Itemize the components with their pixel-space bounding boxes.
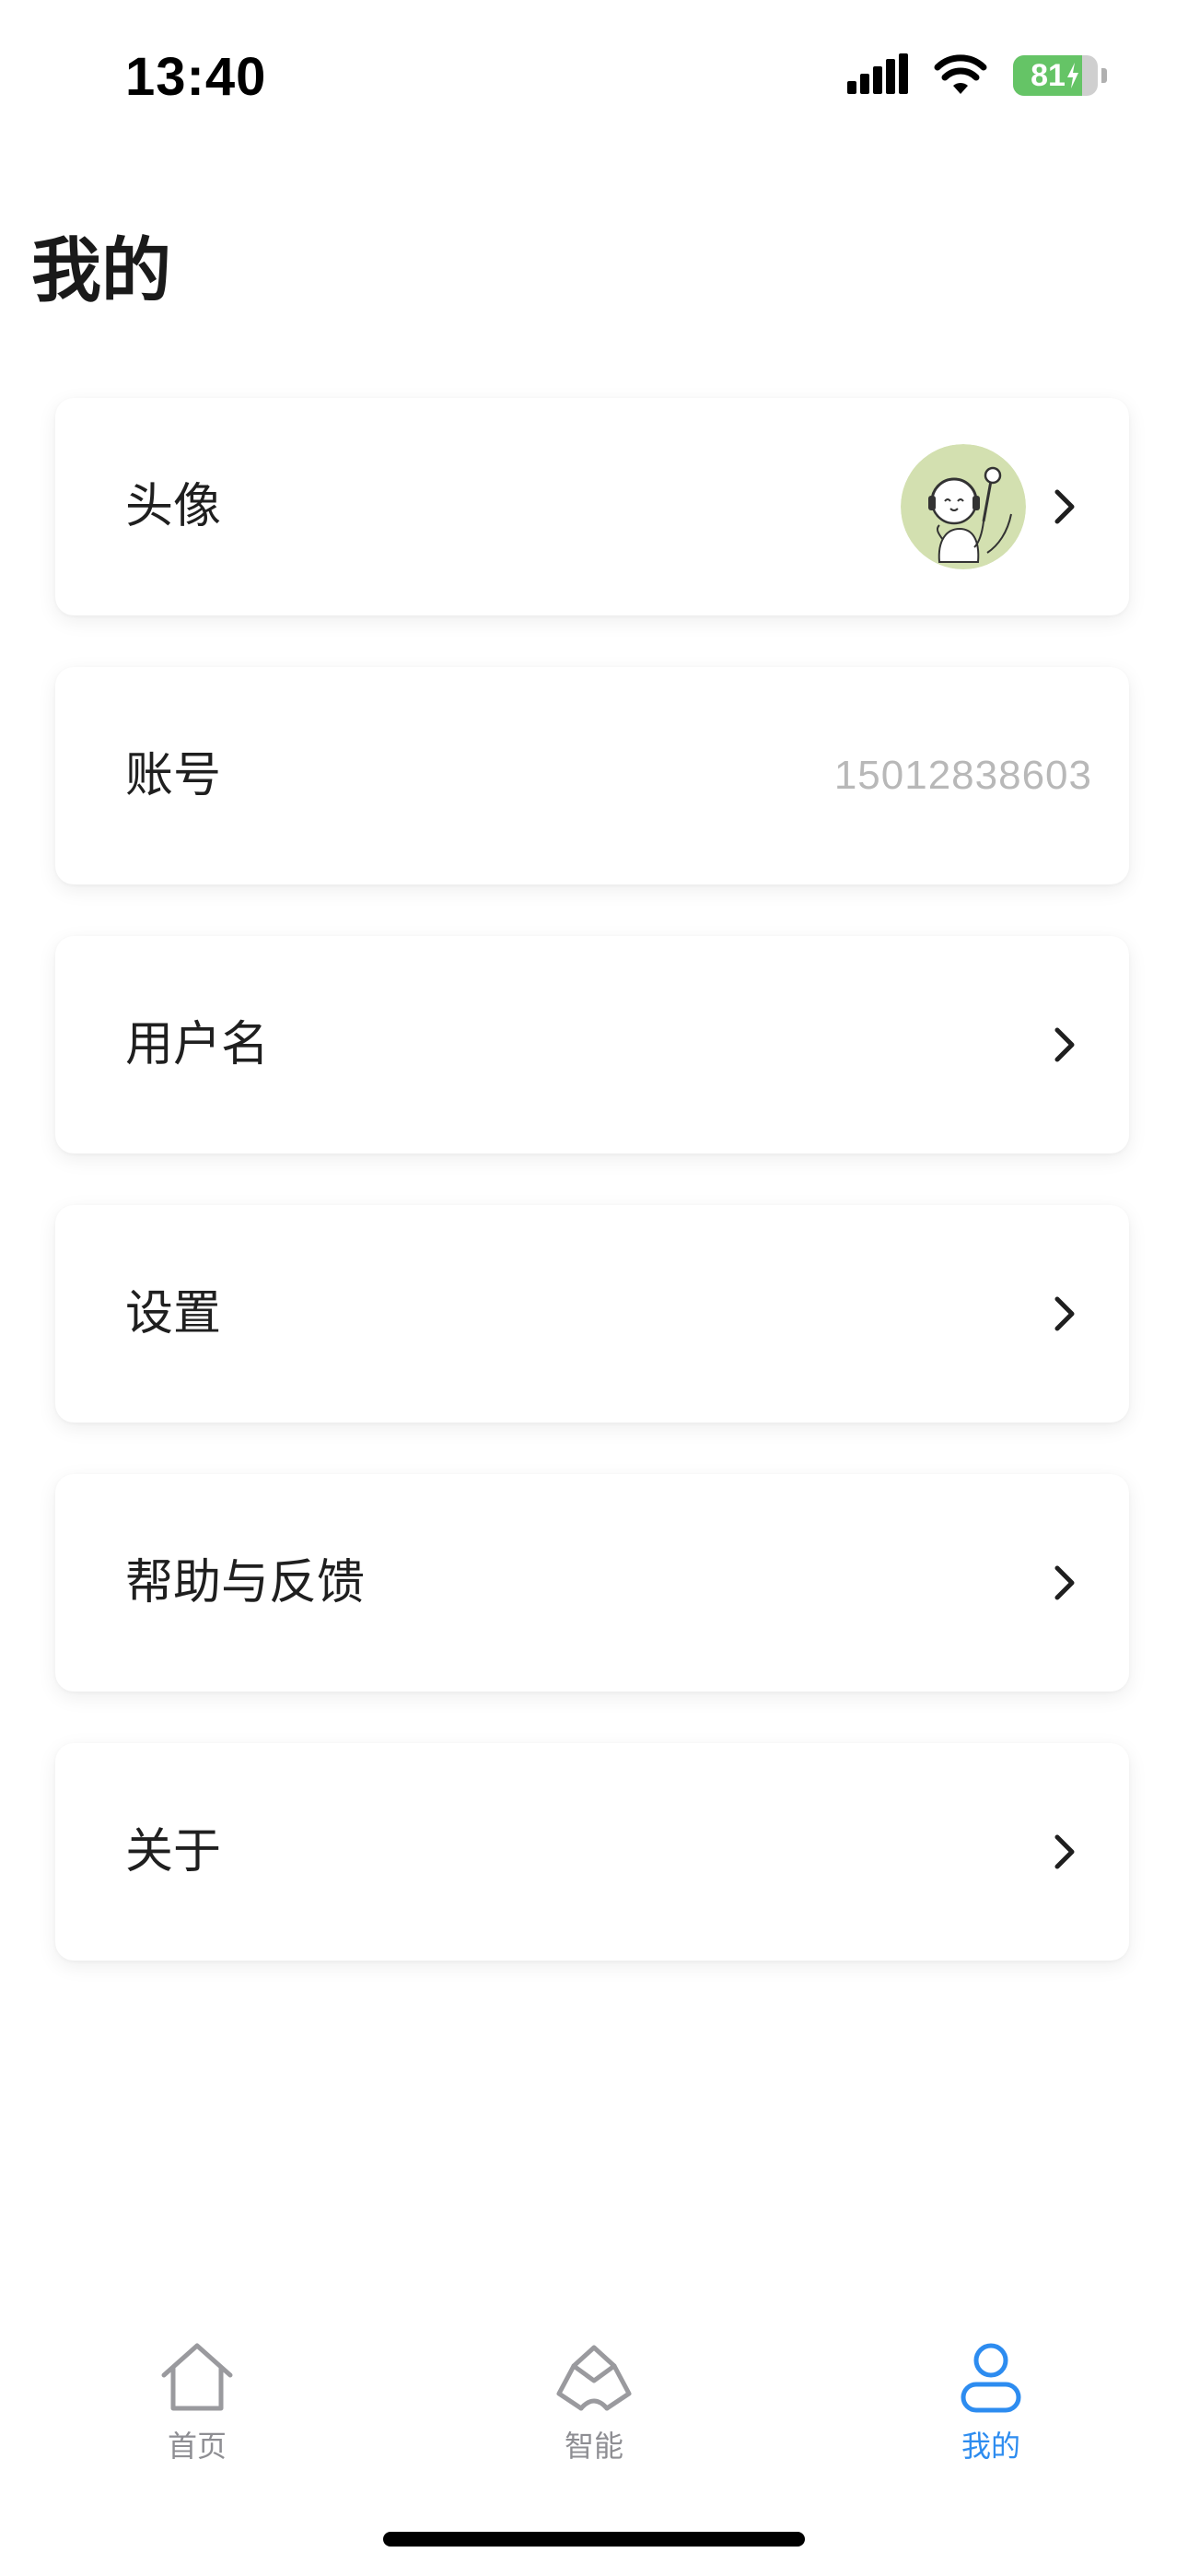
battery-level: 81 (1013, 55, 1098, 96)
about-row[interactable]: 关于 (55, 1743, 1129, 1961)
cellular-signal-icon (847, 53, 908, 98)
status-icons: 81 (847, 53, 1107, 98)
avatar-row[interactable]: 头像 (55, 398, 1129, 615)
about-label: 关于 (125, 1824, 222, 1879)
username-label: 用户名 (125, 1017, 270, 1072)
username-row[interactable]: 用户名 (55, 936, 1129, 1153)
status-time: 13:40 (125, 47, 267, 107)
battery-cap (1101, 68, 1107, 83)
user-icon (961, 2343, 1021, 2413)
account-value: 15012838603 (833, 753, 1092, 798)
chevron-right-icon (1054, 489, 1075, 524)
chevron-right-icon (1054, 1027, 1075, 1062)
battery-percent: 81 (1031, 57, 1066, 93)
status-bar: 13:40 81 (0, 0, 1188, 157)
chevron-right-icon (1054, 1296, 1075, 1331)
tab-mine-label: 我的 (961, 2429, 1020, 2464)
charging-bolt-icon (1066, 63, 1078, 88)
settings-label: 设置 (125, 1286, 222, 1341)
smart-icon (556, 2345, 632, 2411)
avatar-label: 头像 (125, 479, 222, 534)
home-indicator[interactable] (383, 2532, 805, 2547)
tab-home-label: 首页 (167, 2429, 227, 2464)
wifi-icon (934, 53, 987, 98)
settings-row[interactable]: 设置 (55, 1205, 1129, 1423)
help-feedback-label: 帮助与反馈 (125, 1555, 366, 1610)
account-row: 账号 15012838603 (55, 667, 1129, 884)
profile-screen: 13:40 81 我的 头像 账号 15012838603 用户名 设置 帮助与… (0, 0, 1188, 2576)
chevron-right-icon (1054, 1565, 1075, 1600)
tab-smart-label: 智能 (564, 2429, 623, 2464)
page-title: 我的 (31, 229, 171, 311)
account-label: 账号 (125, 748, 222, 803)
tab-mine[interactable]: 我的 (899, 2340, 1083, 2465)
profile-menu: 头像 账号 15012838603 用户名 设置 帮助与反馈 关于 (55, 398, 1129, 2012)
tab-smart[interactable]: 智能 (502, 2340, 686, 2465)
home-icon (161, 2343, 233, 2411)
avatar (901, 444, 1026, 569)
help-feedback-row[interactable]: 帮助与反馈 (55, 1474, 1129, 1692)
tab-home[interactable]: 首页 (105, 2340, 289, 2465)
battery-indicator: 81 (1013, 55, 1098, 96)
chevron-right-icon (1054, 1834, 1075, 1869)
